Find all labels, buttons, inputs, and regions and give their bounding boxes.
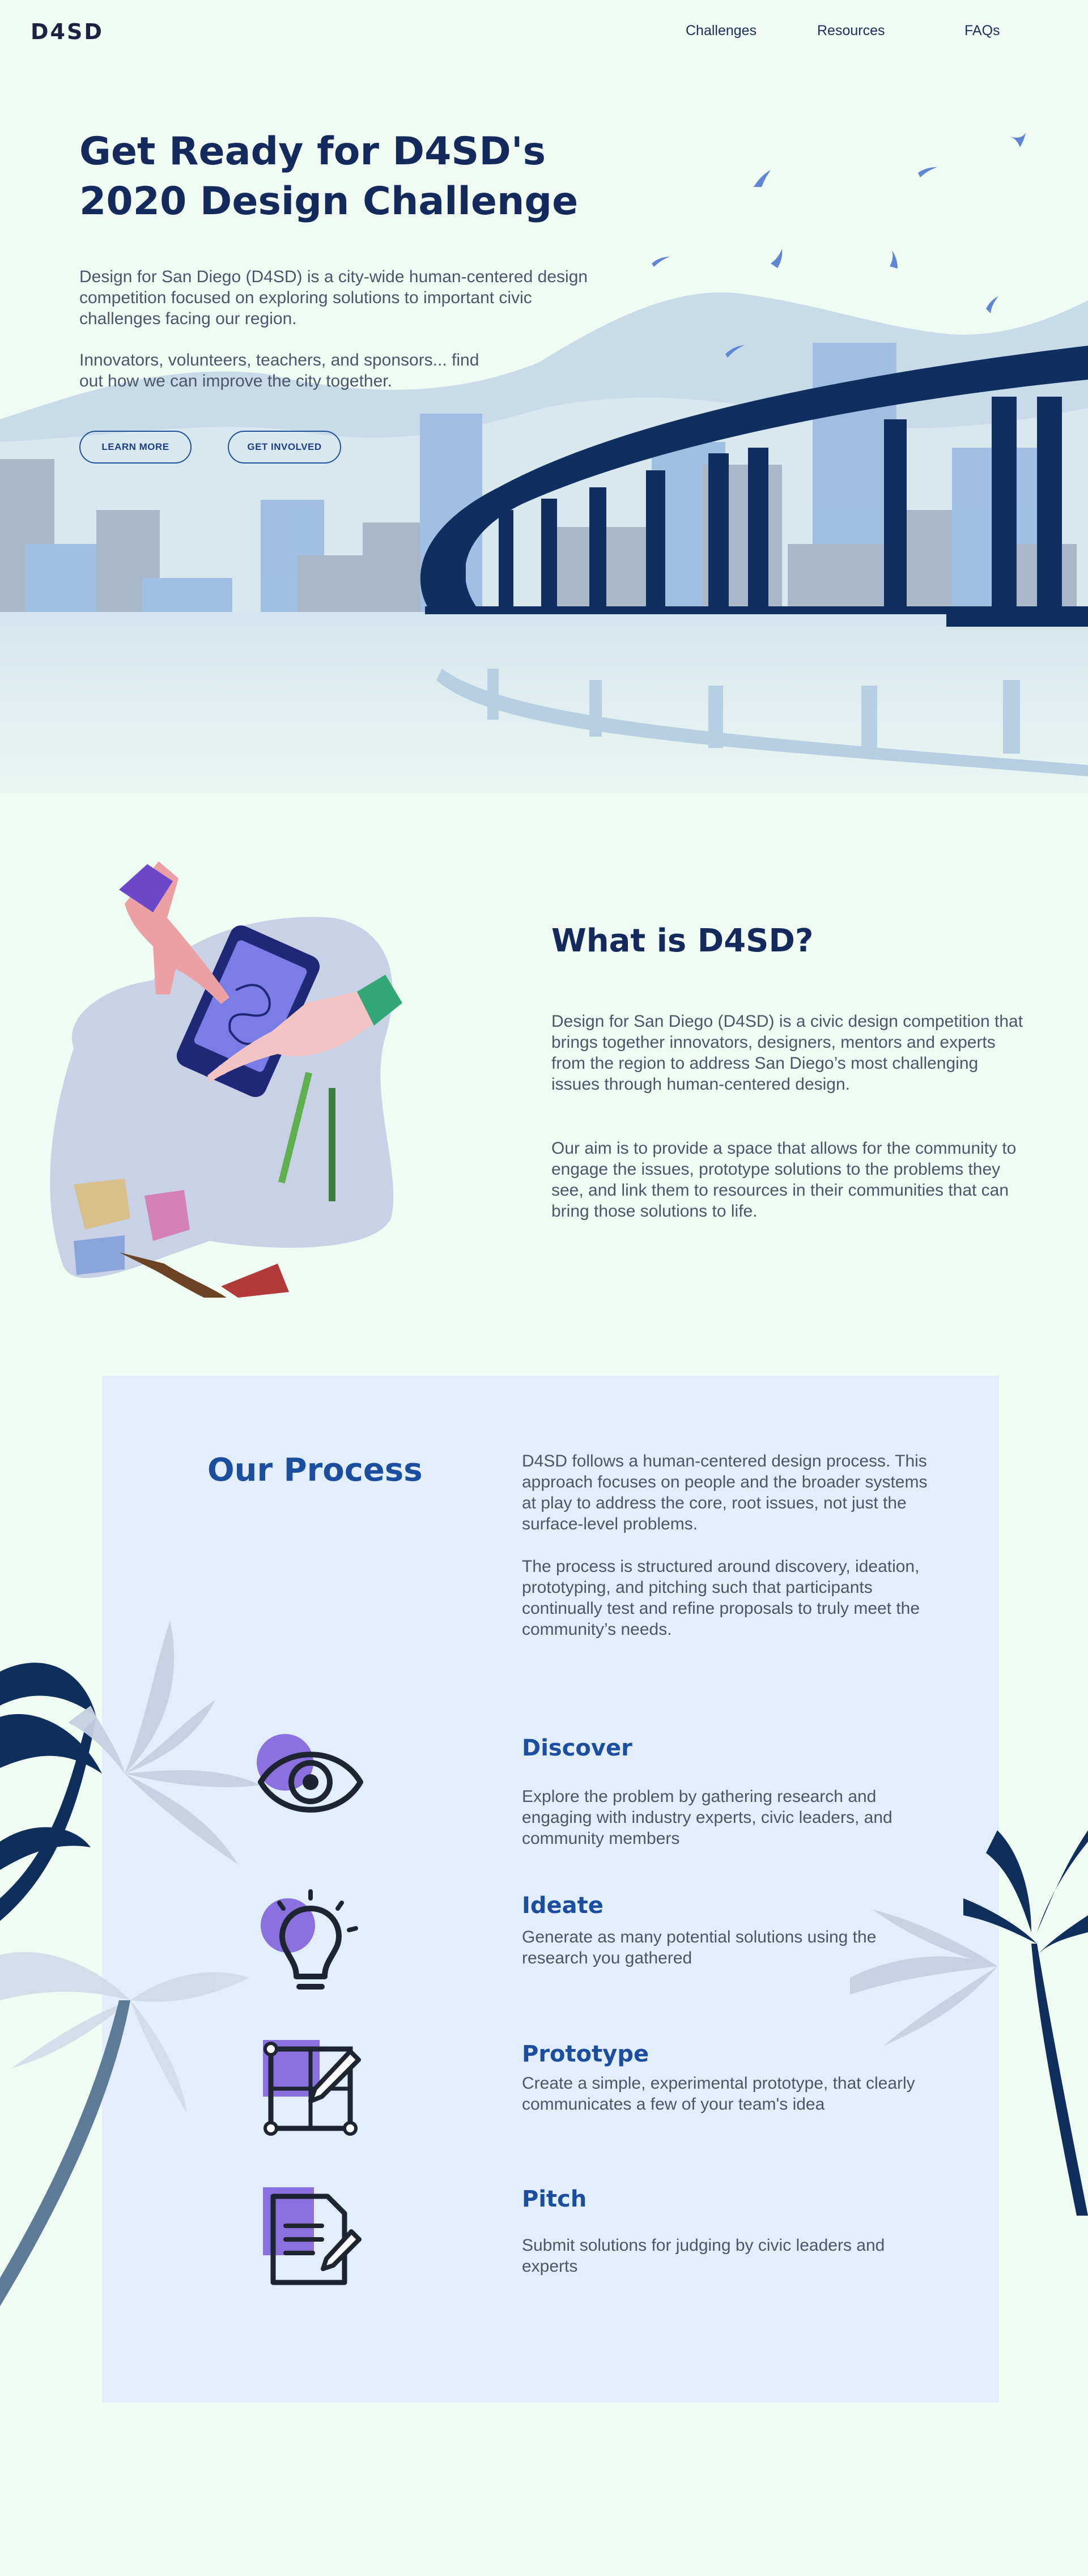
collaboration-hands-illustration — [50, 861, 402, 1298]
step-title-ideate: Ideate — [522, 1893, 604, 1919]
what-is-d4sd-text-2: Our aim is to provide a space that allow… — [551, 1139, 1017, 1221]
nav-link-resources[interactable]: Resources — [817, 23, 885, 39]
hero-skyline-illustration — [0, 133, 1088, 793]
what-is-d4sd-text-1: Design for San Diego (D4SD) is a civic d… — [551, 1012, 1023, 1094]
hero-title: Get Ready for D4SD's 2020 Design Challen… — [79, 127, 623, 227]
site-logo[interactable]: D4SD — [31, 19, 104, 44]
hero-title-line-2: 2020 Design Challenge — [79, 179, 579, 224]
step-title-pitch: Pitch — [522, 2186, 587, 2212]
step-desc-ideate: Generate as many potential solutions usi… — [522, 1928, 877, 1967]
our-process-heading: Our Process — [207, 1452, 423, 1489]
step-title-prototype: Prototype — [522, 2041, 649, 2067]
process-intro-text-2: The process is structured around discove… — [522, 1557, 920, 1639]
get-involved-button[interactable]: GET INVOLVED — [228, 431, 341, 464]
what-is-d4sd-heading: What is D4SD? — [551, 923, 814, 959]
nav-link-faqs[interactable]: FAQs — [964, 23, 1000, 39]
palm-tree-right-illustration — [850, 1830, 1088, 2216]
eye-icon — [257, 1734, 363, 1813]
hero-title-line-1: Get Ready for D4SD's — [79, 129, 546, 174]
prototype-pen-icon — [263, 2040, 361, 2136]
nav-link-challenges[interactable]: Challenges — [686, 23, 756, 39]
step-desc-pitch: Submit solutions for judging by civic le… — [522, 2236, 885, 2276]
document-pen-icon — [263, 2187, 362, 2285]
palm-trees-left-illustration — [0, 1621, 261, 2306]
step-desc-discover: Explore the problem by gathering researc… — [522, 1787, 892, 1848]
lightbulb-icon — [261, 1889, 358, 1990]
step-desc-prototype: Create a simple, experimental prototype,… — [522, 2074, 915, 2114]
learn-more-button[interactable]: LEARN MORE — [79, 431, 192, 464]
step-title-discover: Discover — [522, 1735, 632, 1761]
hero-intro-text: Design for San Diego (D4SD) is a city-wi… — [79, 267, 588, 328]
process-intro-text-1: D4SD follows a human-centered design pro… — [522, 1452, 928, 1533]
hero-invite-text: Innovators, volunteers, teachers, and sp… — [79, 351, 479, 390]
